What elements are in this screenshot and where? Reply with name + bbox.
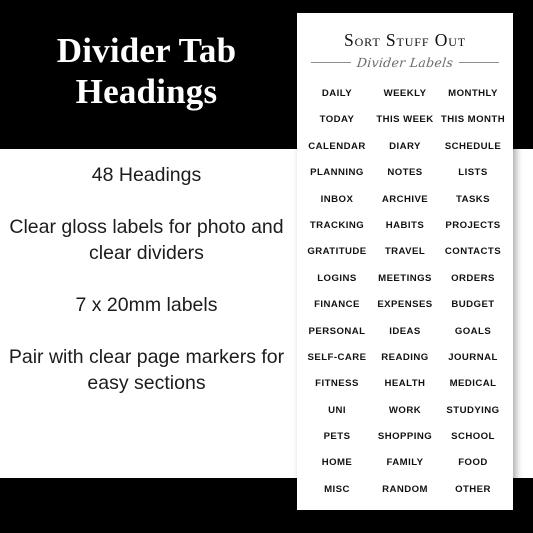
label-item: IDEAS (389, 325, 421, 337)
label-item: SCHEDULE (444, 140, 502, 152)
label-item: MONTHLY (448, 88, 498, 99)
brand-subtitle-script: Divider Labels (356, 55, 454, 70)
label-item: GRATITUDE (307, 246, 367, 258)
label-item: PLANNING (310, 167, 364, 179)
label-item: PETS (323, 431, 351, 443)
label-item: TRAVEL (384, 246, 426, 258)
label-item: SHOPPING (377, 431, 433, 443)
label-item: UNI (328, 404, 346, 416)
label-item: NOTES (387, 167, 423, 179)
label-item: JOURNAL (448, 351, 498, 363)
divider-rule-right (459, 62, 500, 63)
label-item: THIS MONTH (440, 114, 506, 126)
label-item: HOME (321, 457, 353, 469)
label-item: INBOX (320, 193, 354, 205)
label-item: HABITS (385, 219, 425, 231)
promo-body: 48 Headings Clear gloss labels for photo… (8, 162, 285, 396)
promo-body-line-1: 48 Headings (91, 164, 202, 186)
label-item: MEETINGS (378, 272, 432, 284)
label-item: READING (381, 351, 429, 363)
label-item: FITNESS (315, 378, 359, 390)
label-item: TRACKING (309, 219, 365, 231)
label-item: SCHOOL (451, 431, 495, 443)
divider-rule-left (311, 62, 351, 63)
label-item: TODAY (319, 114, 355, 126)
label-item: RANDOM (382, 483, 428, 495)
label-item: LISTS (458, 167, 488, 179)
label-item: CONTACTS (444, 246, 502, 258)
label-item: PROJECTS (445, 219, 501, 231)
brand-title: Sort Stuff Out (343, 30, 467, 50)
product-listing-image: Divider Tab Headings 48 Headings Clear g… (0, 0, 533, 533)
label-item: BUDGET (451, 299, 495, 311)
label-item: PERSONAL (308, 325, 366, 337)
label-item: SELF-CARE (307, 351, 367, 363)
label-item: LOGINS (317, 272, 357, 284)
label-item: WEEKLY (383, 88, 427, 99)
label-item: MEDICAL (449, 378, 497, 390)
label-item: FINANCE (314, 299, 360, 311)
promo-body-line-4: Pair with clear page markers for easy se… (8, 346, 285, 394)
promo-body-line-2: Clear gloss labels for photo and clear d… (9, 216, 284, 264)
label-grid: DAILY WEEKLY MONTHLY TODAY THIS WEEK THI… (297, 81, 513, 503)
promo-title-line-1: Divider Tab (56, 31, 237, 70)
label-item: OTHER (455, 483, 491, 495)
label-item: EXPENSES (377, 299, 433, 311)
label-item: CALENDAR (308, 140, 366, 152)
label-item: STUDYING (446, 404, 500, 416)
label-item: ARCHIVE (381, 193, 429, 205)
brand-subtitle-row: Divider Labels (311, 55, 500, 70)
label-item: DAILY (321, 88, 353, 99)
label-item: HEALTH (384, 378, 426, 390)
label-item: ORDERS (451, 272, 495, 284)
label-sheet-card: Sort Stuff Out Divider Labels DAILY WEEK… (297, 13, 513, 510)
promo-title-line-2: Headings (75, 72, 218, 111)
label-item: FAMILY (386, 457, 424, 469)
promo-panel: Divider Tab Headings 48 Headings Clear g… (0, 0, 293, 533)
label-item: TASKS (455, 193, 491, 205)
promo-title: Divider Tab Headings (0, 30, 293, 112)
label-item: MISC (324, 483, 350, 495)
label-item: DIARY (389, 140, 421, 152)
label-item: THIS WEEK (376, 114, 434, 126)
label-item: FOOD (458, 457, 488, 469)
label-item: WORK (388, 404, 422, 416)
promo-body-line-3: 7 x 20mm labels (75, 294, 218, 316)
label-item: GOALS (454, 325, 492, 337)
